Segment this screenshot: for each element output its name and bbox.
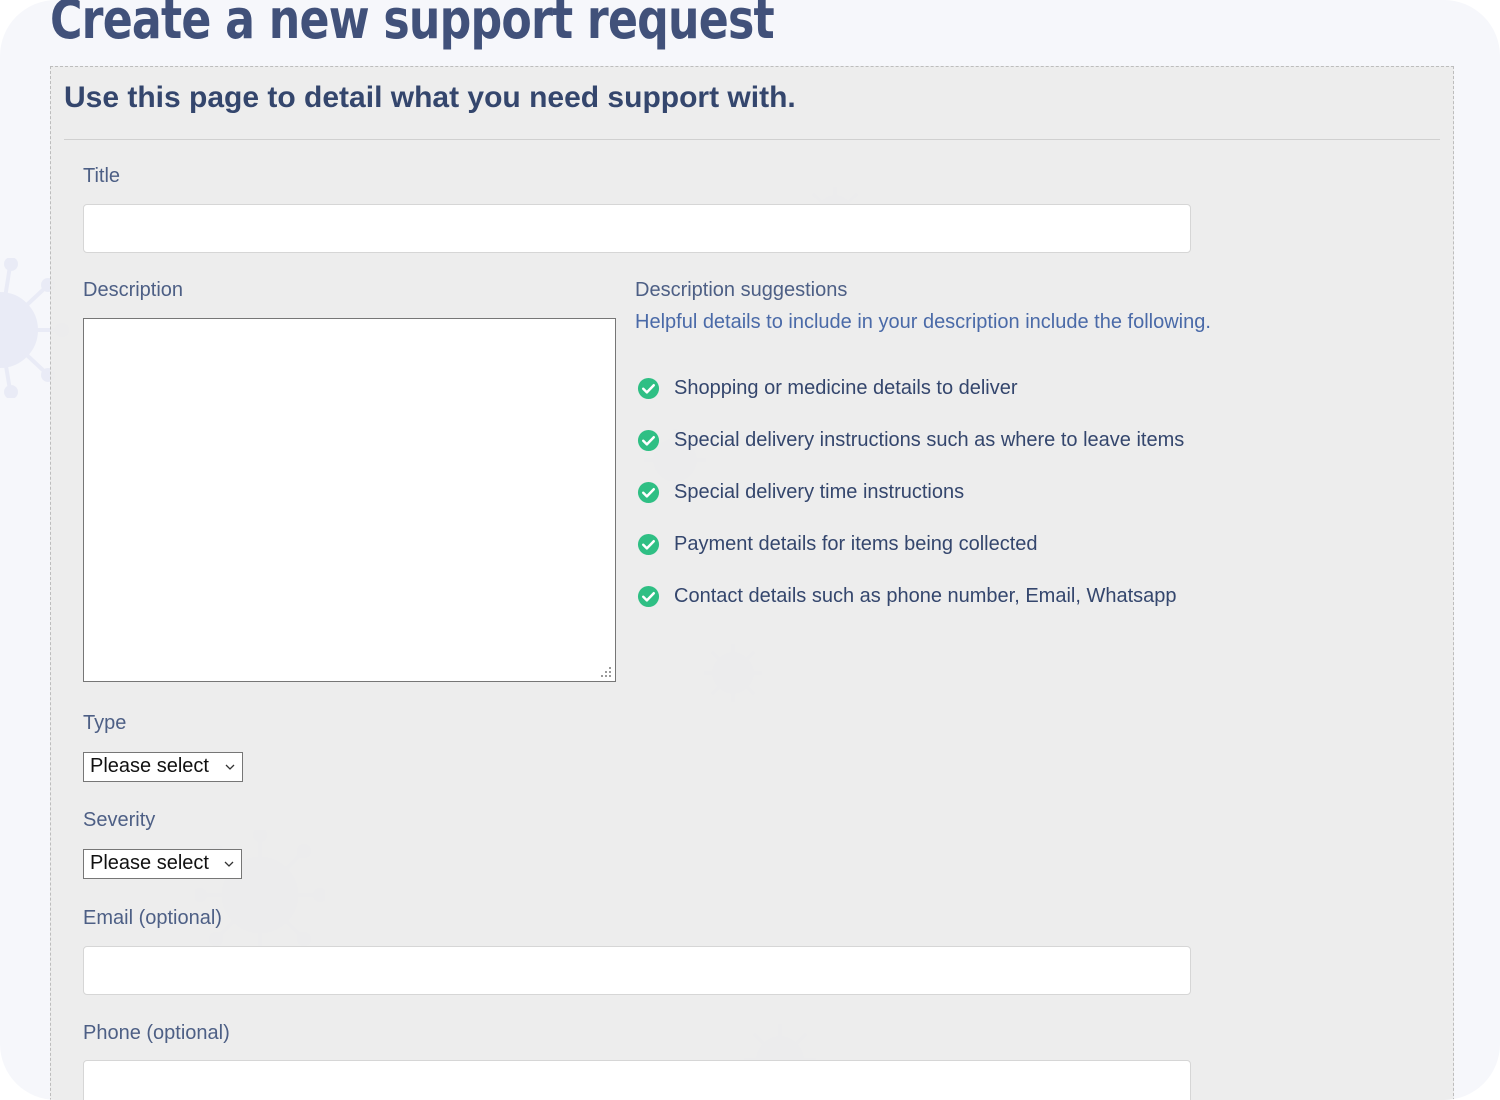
check-circle-icon [637,585,660,608]
suggestion-text: Special delivery instructions such as wh… [674,429,1185,451]
chevron-down-icon [224,861,234,867]
email-input[interactable] [83,946,1191,995]
suggestion-text: Payment details for items being collecte… [674,533,1038,555]
check-circle-icon [637,429,660,452]
type-select[interactable]: Please select [83,752,243,782]
description-suggestions-intro: Helpful details to include in your descr… [635,311,1211,333]
phone-input[interactable] [83,1060,1191,1100]
severity-select[interactable]: Please select [83,849,242,879]
page-title: Create a new support request [50,0,775,51]
severity-label: Severity [83,809,156,831]
chevron-down-icon [225,764,235,770]
description-suggestions-title: Description suggestions [635,279,848,301]
email-label: Email (optional) [83,907,222,929]
check-circle-icon [637,533,660,556]
phone-label: Phone (optional) [83,1022,230,1044]
suggestion-text: Shopping or medicine details to deliver [674,377,1018,399]
resize-grip-icon[interactable] [600,666,612,678]
support-request-form-panel: Use this page to detail what you need su… [50,66,1454,1100]
page-background: Create a new support request Use this pa… [0,0,1500,1100]
check-circle-icon [637,377,660,400]
severity-selected-value: Please select [90,852,209,874]
suggestion-text: Contact details such as phone number, Em… [674,585,1177,607]
description-label: Description [83,279,184,301]
type-selected-value: Please select [90,755,209,777]
panel-heading: Use this page to detail what you need su… [64,81,796,114]
type-label: Type [83,712,127,734]
panel-divider [64,139,1440,140]
check-circle-icon [637,481,660,504]
title-label: Title [83,165,121,187]
description-textarea[interactable] [83,318,616,682]
title-input[interactable] [83,204,1191,253]
suggestion-text: Special delivery time instructions [674,481,965,503]
